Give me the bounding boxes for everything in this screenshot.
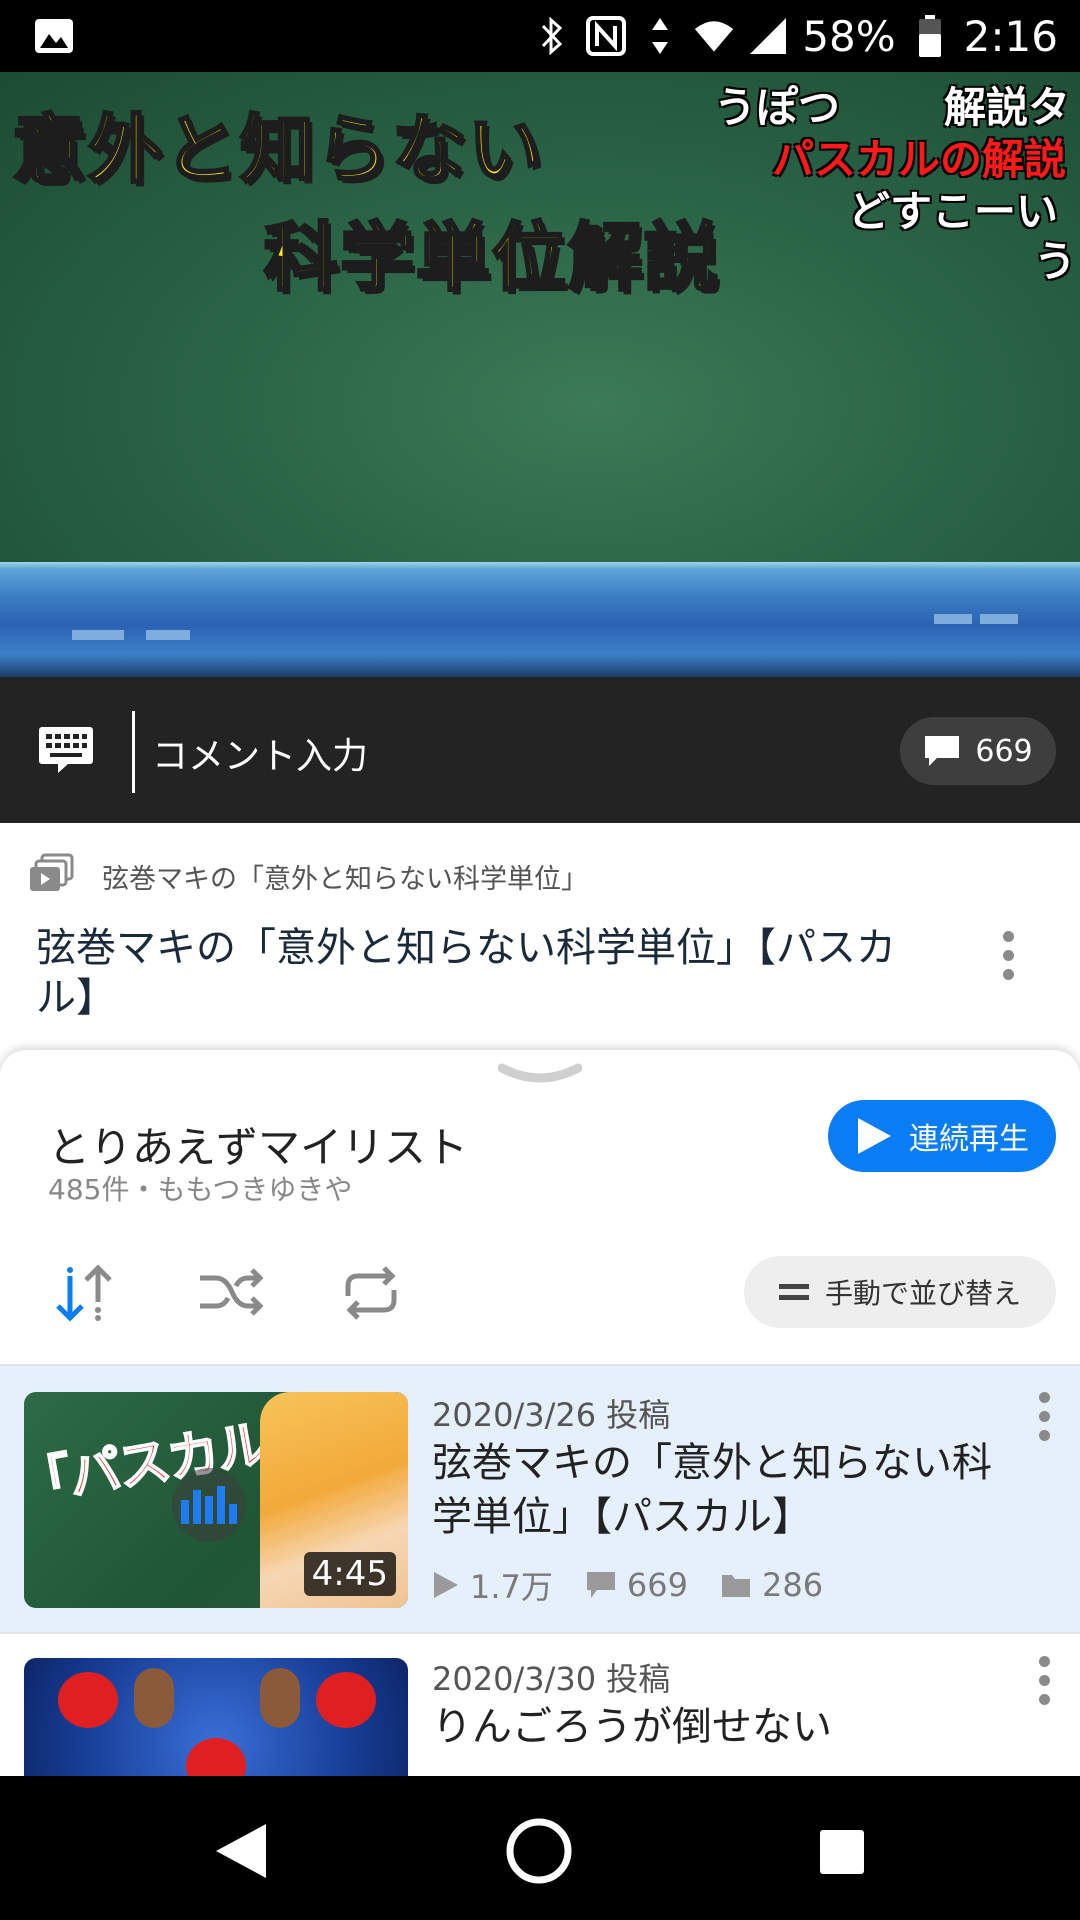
video-thumbnail[interactable] (24, 1658, 408, 1776)
item-more-icon[interactable] (1034, 1656, 1054, 1705)
comment-input[interactable]: コメント入力 (152, 727, 368, 779)
video-player[interactable]: 意外と知らない 科学単位解説 うぽつ 解説タ パスカルの解説 どすこーい う (0, 72, 1080, 677)
recents-icon[interactable] (806, 1816, 876, 1886)
character-sprite (260, 1668, 300, 1728)
video-thumbnail[interactable]: 「パスカル」を解説！ 4:45 (24, 1392, 408, 1608)
play-all-label: 連続再生 (909, 1122, 1029, 1157)
clock: 2:16 (963, 11, 1058, 61)
shuffle-icon[interactable] (196, 1258, 266, 1328)
series-icon (30, 853, 74, 891)
system-nav-bar (0, 1776, 1080, 1920)
apple-character (186, 1738, 246, 1776)
list-item[interactable]: 「パスカル」を解説！ 4:45 2020/3/26 投稿 弦巻マキの「意外と知ら… (0, 1366, 1080, 1632)
mylist-title: とりあえずマイリスト (48, 1123, 469, 1172)
data-arrows-icon (640, 14, 680, 58)
back-icon[interactable] (206, 1816, 276, 1886)
views-icon (434, 1572, 458, 1598)
nfc-icon (586, 14, 627, 58)
video-title: 弦巻マキの「意外と知らない科学単位」【パスカル】 (36, 925, 896, 1021)
mylist-count: 286 (761, 1566, 824, 1604)
now-playing-icon (172, 1468, 246, 1542)
battery-percent: 58% (802, 11, 896, 61)
manual-sort-button[interactable]: 手動で並び替え (744, 1256, 1056, 1328)
character-sprite (134, 1668, 174, 1728)
item-title: りんごろうが倒せない (432, 1704, 832, 1750)
bluetooth-icon (532, 14, 572, 58)
comment-count-button[interactable]: 669 (900, 717, 1056, 785)
item-stats: 1.7万 669 286 (432, 1562, 841, 1608)
image-icon (35, 19, 73, 53)
collapse-chevron-icon[interactable] (498, 1062, 582, 1092)
blackboard-tray (0, 562, 1080, 677)
comment-icon (925, 736, 960, 766)
flowing-comment: どすこーい (848, 187, 1059, 236)
keyboard-comment-icon[interactable] (38, 725, 94, 775)
post-date: 2020/3/30 投稿 (432, 1660, 671, 1698)
comment-bar: コメント入力 669 (0, 677, 1080, 823)
sort-label: 手動で並び替え (824, 1277, 1021, 1310)
folder-icon (721, 1575, 750, 1597)
more-options-icon[interactable] (998, 931, 1018, 980)
wifi-icon (694, 14, 734, 58)
apple-character (58, 1672, 118, 1728)
list-item[interactable]: 2020/3/30 投稿 りんごろうが倒せない (0, 1634, 1080, 1776)
video-caption-line2: 科学単位解説 (263, 214, 720, 303)
flowing-comment: う (1034, 237, 1077, 286)
mylist-sheet: とりあえずマイリスト 485件・ももつきゆきや 連続再生 手動で並び替え 「パス… (0, 1050, 1080, 1776)
series-link[interactable]: 弦巻マキの「意外と知らない科学単位」 (102, 857, 588, 896)
sort-order-icon[interactable] (52, 1258, 122, 1328)
divider (132, 711, 135, 793)
play-all-button[interactable]: 連続再生 (828, 1100, 1056, 1172)
video-info: 弦巻マキの「意外と知らない科学単位」 弦巻マキの「意外と知らない科学単位」【パス… (0, 823, 1080, 1053)
drag-handle-icon (778, 1284, 809, 1300)
comment-count: 669 (975, 733, 1033, 769)
item-title: 弦巻マキの「意外と知らない科学単位」【パスカル】 (432, 1440, 992, 1540)
mylist-meta: 485件・ももつきゆきや (48, 1173, 353, 1206)
video-caption-line1: 意外と知らない (11, 106, 544, 195)
repeat-icon[interactable] (336, 1258, 406, 1328)
home-icon[interactable] (504, 1816, 574, 1886)
comment-count: 669 (626, 1566, 688, 1604)
signal-icon (748, 14, 788, 58)
apple-character (316, 1672, 376, 1728)
video-duration: 4:45 (303, 1552, 396, 1596)
play-icon (858, 1118, 891, 1154)
item-more-icon[interactable] (1034, 1392, 1054, 1441)
comment-icon (586, 1572, 615, 1598)
status-bar: 58% 2:16 (0, 0, 1080, 72)
post-date: 2020/3/26 投稿 (432, 1396, 671, 1434)
battery-icon (910, 14, 950, 58)
view-count: 1.7万 (470, 1568, 553, 1606)
